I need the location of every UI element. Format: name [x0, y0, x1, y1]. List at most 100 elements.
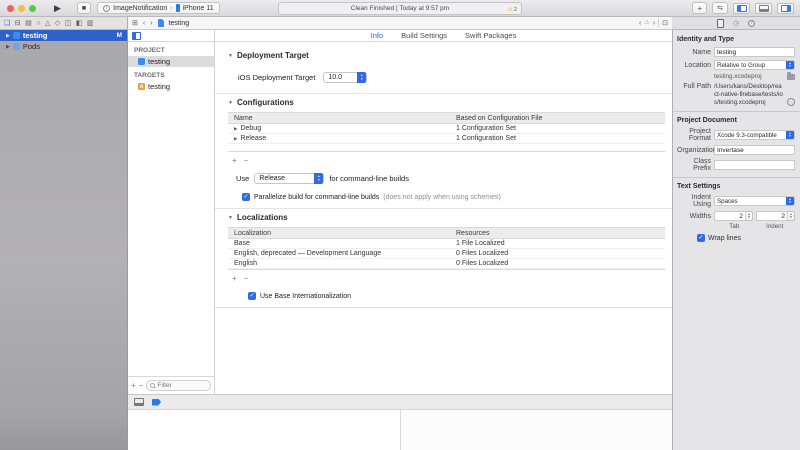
quick-help-inspector-tab[interactable]: ? — [748, 20, 755, 27]
remove-configuration-button[interactable]: − — [244, 157, 249, 165]
disclosure-down-icon[interactable]: ▼ — [228, 53, 233, 59]
issue-warning-icon[interactable]: ⚠ — [644, 20, 649, 26]
tab-width-stepper[interactable] — [714, 211, 753, 221]
indent-using-select[interactable]: Spaces — [714, 196, 795, 206]
issue-navigator-icon[interactable]: △ — [45, 19, 50, 27]
section-localizations[interactable]: ▼ Localizations — [228, 213, 665, 222]
source-control-navigator-icon[interactable]: ⊟ — [15, 19, 21, 27]
section-configurations[interactable]: ▼ Configurations — [228, 98, 665, 107]
warning-badge[interactable]: ⚠ 2 — [508, 7, 517, 13]
disclosure-down-icon[interactable]: ▼ — [228, 215, 233, 221]
library-add-button[interactable]: + — [692, 2, 707, 14]
stop-button[interactable]: ■ — [77, 2, 91, 14]
config-file[interactable]: 1 Configuration Set — [454, 135, 665, 142]
scheme-target-label[interactable]: ImageNotification — [113, 5, 167, 12]
file-inspector-tab[interactable] — [717, 19, 724, 28]
indent-width-stepper[interactable] — [756, 211, 795, 221]
test-navigator-icon[interactable]: ◇ — [55, 19, 60, 27]
tab-info[interactable]: Info — [371, 31, 384, 40]
navigator-item-testing[interactable]: ▶ testing M — [0, 30, 127, 41]
report-navigator-icon[interactable]: ▥ — [87, 19, 94, 27]
symbol-navigator-icon[interactable]: ▤ — [25, 19, 32, 27]
config-name[interactable]: Debug — [240, 125, 261, 132]
editor-options-icon[interactable]: ⊡ — [662, 19, 668, 27]
ios-deployment-target-select[interactable]: 10.0 — [323, 72, 367, 83]
class-prefix-field[interactable] — [714, 160, 795, 170]
stepper-arrows-icon[interactable] — [746, 211, 753, 221]
console-view[interactable] — [400, 410, 672, 450]
config-file[interactable]: 1 Configuration Set — [454, 125, 665, 132]
config-name[interactable]: Release — [240, 135, 266, 142]
sidebar-item-target-testing[interactable]: A testing — [128, 81, 214, 92]
disclosure-right-icon[interactable]: ▶ — [234, 126, 237, 132]
project-navigator-icon[interactable]: ❏ — [4, 19, 10, 27]
tab-swift-packages[interactable]: Swift Packages — [465, 31, 516, 40]
toggle-debug-area-button[interactable] — [755, 3, 772, 14]
navigator-item-label[interactable]: Pods — [23, 42, 40, 51]
table-row[interactable]: English 0 Files Localized — [228, 259, 665, 269]
target-name-label[interactable]: testing — [148, 82, 170, 91]
scheme-device-label[interactable]: iPhone 11 — [183, 5, 214, 12]
debug-navigator-icon[interactable]: ◫ — [65, 19, 72, 27]
jumpbar-file-name[interactable]: testing — [169, 20, 190, 27]
add-configuration-button[interactable]: + — [232, 157, 237, 165]
location-select[interactable]: Relative to Group — [714, 60, 795, 70]
add-target-button[interactable]: + — [131, 382, 136, 390]
localization-name[interactable]: English — [228, 260, 454, 267]
minimize-window-button[interactable] — [18, 5, 25, 12]
disclosure-right-icon[interactable]: ▶ — [234, 136, 237, 142]
project-format-select[interactable]: Xcode 9.3-compatible — [714, 130, 795, 140]
command-line-config-select[interactable]: Release — [254, 173, 324, 184]
hide-debug-area-button[interactable] — [134, 398, 144, 406]
filter-field[interactable] — [146, 380, 211, 391]
tab-width-field[interactable] — [714, 211, 746, 221]
base-internationalization-checkbox[interactable] — [248, 292, 256, 300]
section-deployment-target[interactable]: ▼ Deployment Target — [228, 51, 665, 60]
toggle-projects-list-icon[interactable] — [132, 32, 141, 40]
table-row[interactable]: Base 1 File Localized — [228, 239, 665, 249]
localization-name[interactable]: English, deprecated — Development Langua… — [228, 250, 454, 257]
variables-view[interactable] — [128, 410, 400, 450]
go-back-button[interactable]: ‹ — [143, 20, 145, 27]
disclosure-triangle-icon[interactable]: ▶ — [6, 33, 10, 39]
filter-input[interactable] — [157, 382, 207, 389]
remove-localization-button[interactable]: − — [244, 275, 249, 283]
find-navigator-icon[interactable]: ○ — [36, 20, 40, 27]
remove-target-button[interactable]: − — [139, 382, 144, 390]
breakpoint-navigator-icon[interactable]: ◧ — [76, 19, 83, 27]
localization-resources[interactable]: 0 Files Localized — [454, 260, 665, 267]
prev-issue-button[interactable]: ‹ — [639, 20, 641, 27]
name-field[interactable] — [714, 47, 795, 57]
localization-resources[interactable]: 1 File Localized — [454, 240, 665, 247]
reveal-path-icon[interactable]: → — [787, 98, 795, 106]
wrap-lines-checkbox[interactable] — [697, 234, 705, 242]
go-forward-button[interactable]: › — [150, 20, 152, 27]
sidebar-item-project-testing[interactable]: testing — [128, 56, 214, 67]
parallelize-checkbox[interactable] — [242, 193, 250, 201]
disclosure-down-icon[interactable]: ▼ — [228, 100, 233, 106]
add-localization-button[interactable]: + — [232, 275, 237, 283]
table-row[interactable]: English, deprecated — Development Langua… — [228, 249, 665, 259]
table-row[interactable]: ▶Release 1 Configuration Set — [228, 134, 665, 144]
localization-resources[interactable]: 0 Files Localized — [454, 250, 665, 257]
table-row[interactable]: ▶Debug 1 Configuration Set — [228, 124, 665, 134]
organization-field[interactable] — [714, 145, 795, 155]
choose-folder-icon[interactable] — [787, 74, 795, 80]
navigator-item-label[interactable]: testing — [23, 31, 48, 40]
zoom-window-button[interactable] — [29, 5, 36, 12]
toggle-navigator-button[interactable] — [733, 3, 750, 14]
history-inspector-tab[interactable]: ◷ — [733, 19, 739, 27]
navigator-item-pods[interactable]: ▶ Pods — [0, 41, 127, 52]
tab-build-settings[interactable]: Build Settings — [401, 31, 447, 40]
scheme-selector[interactable]: i ImageNotification › iPhone 11 — [97, 2, 219, 14]
disclosure-triangle-icon[interactable]: ▶ — [6, 44, 10, 50]
indent-width-field[interactable] — [756, 211, 788, 221]
run-button[interactable]: ▶ — [54, 4, 61, 13]
breakpoints-toggle-icon[interactable] — [152, 399, 161, 406]
stepper-arrows-icon[interactable] — [788, 211, 795, 221]
editor-arrows-button[interactable]: ⇆ — [712, 2, 728, 14]
next-issue-button[interactable]: › — [653, 20, 655, 27]
close-window-button[interactable] — [7, 5, 14, 12]
project-name-label[interactable]: testing — [148, 57, 170, 66]
toggle-inspector-button[interactable] — [777, 3, 794, 14]
